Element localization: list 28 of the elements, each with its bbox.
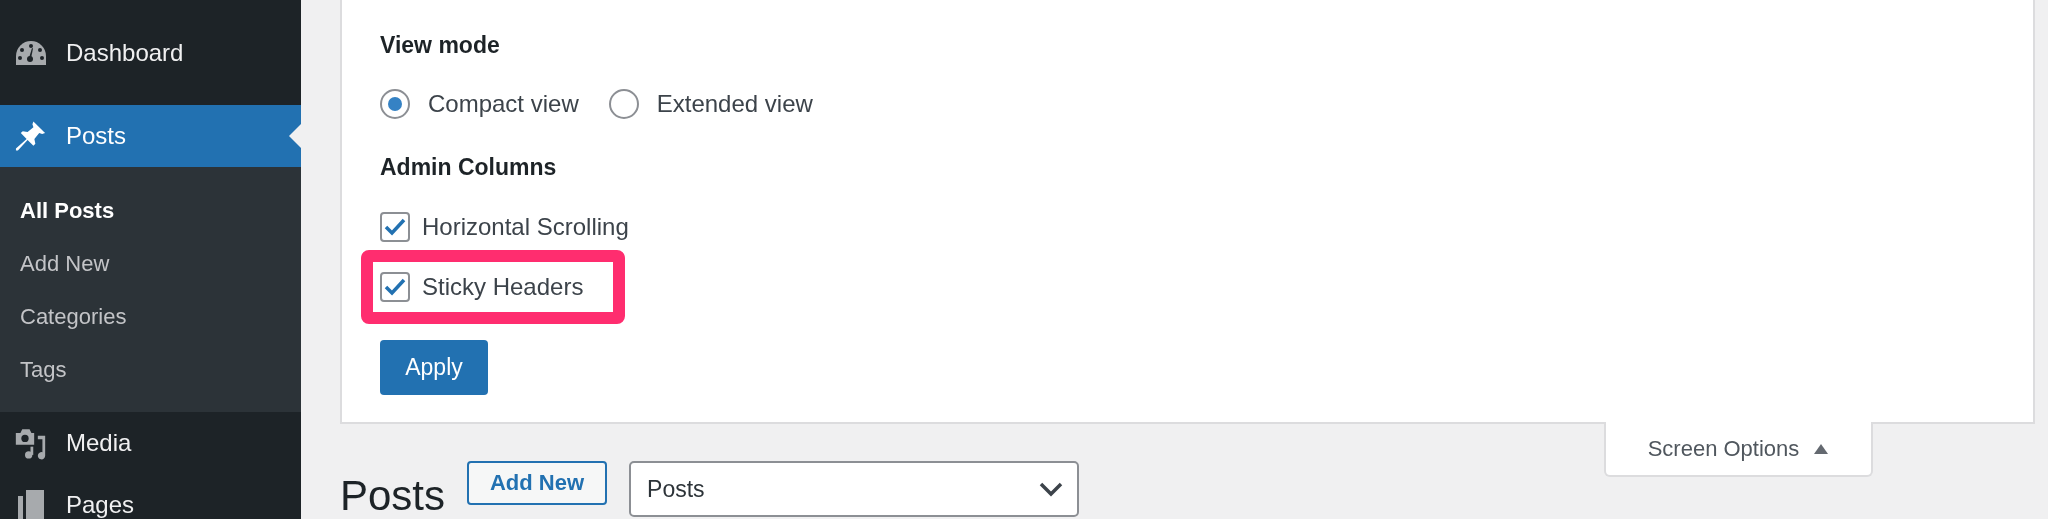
radio-label: Compact view [428, 90, 579, 118]
radio-label: Extended view [656, 90, 813, 118]
sidebar-menu-item[interactable]: Media [0, 412, 301, 474]
section-heading: View mode [380, 31, 500, 60]
section-heading: Admin Columns [380, 153, 557, 182]
checkbox-label: Sticky Headers [422, 273, 584, 301]
chevron-down-icon [1039, 481, 1064, 497]
pages-icon [15, 488, 46, 519]
add-new-button[interactable]: Add New [467, 461, 608, 505]
checkbox[interactable] [380, 272, 410, 302]
page-title: Posts [340, 475, 446, 517]
submenu-item[interactable]: Tags [0, 343, 301, 396]
pushpin-icon [14, 119, 47, 153]
radio-button[interactable] [608, 89, 639, 119]
submenu-item[interactable]: Categories [0, 290, 301, 343]
checkbox[interactable] [380, 212, 410, 242]
sidebar-menu-item[interactable]: Posts [0, 105, 301, 167]
sidebar-menu-item[interactable]: Pages [0, 474, 301, 519]
apply-button[interactable]: Apply [380, 340, 488, 395]
checkbox-label: Horizontal Scrolling [422, 213, 629, 241]
post-type-select[interactable]: Posts [629, 461, 1080, 517]
screen-options-tab[interactable]: Screen Options [1604, 422, 1873, 477]
submenu-item[interactable]: All Posts [0, 184, 301, 237]
select-value: Posts [647, 475, 705, 503]
radio-button[interactable] [380, 89, 410, 119]
submenu-item[interactable]: Add New [0, 237, 301, 290]
gauge-icon [14, 39, 47, 66]
sidebar-menu-item[interactable]: Dashboard [0, 0, 301, 105]
